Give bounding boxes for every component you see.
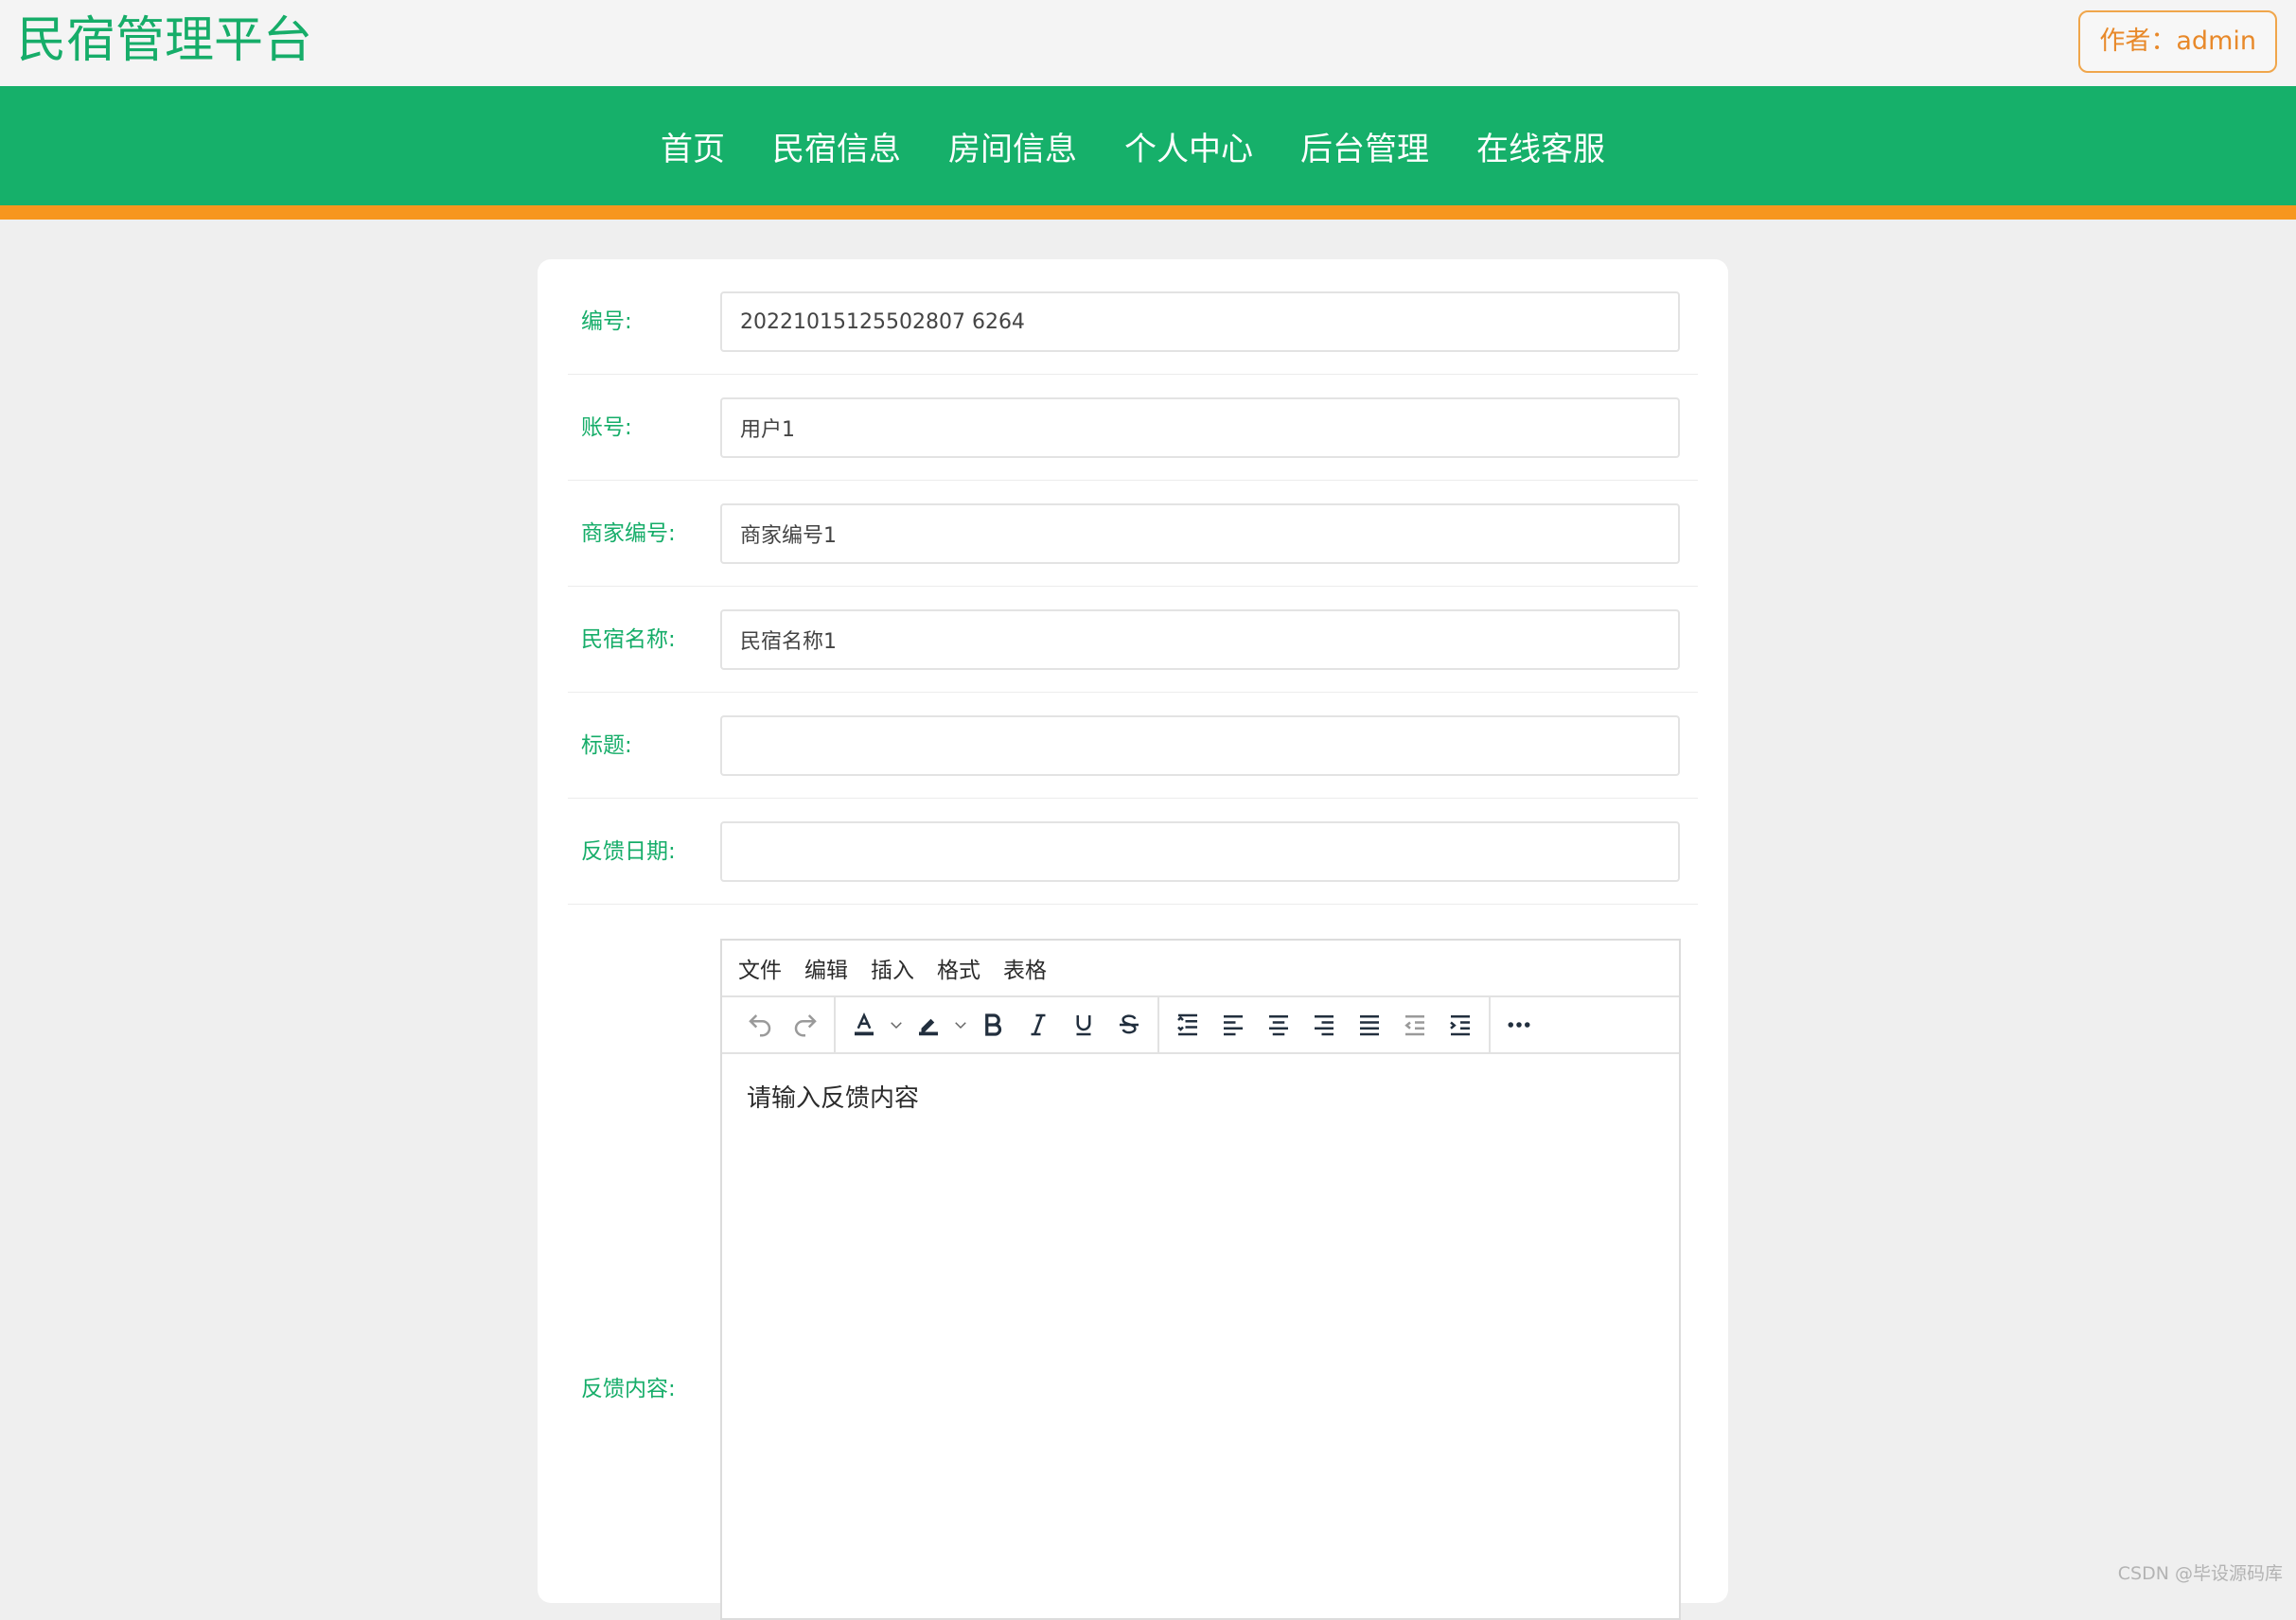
toolbar-group-more xyxy=(1491,996,1547,1053)
form-row-title: 标题: xyxy=(568,693,1698,799)
align-justify-icon xyxy=(1355,1011,1384,1039)
menu-format[interactable]: 格式 xyxy=(937,952,980,984)
field-label-id: 编号: xyxy=(581,269,632,375)
form-row-account: 账号: xyxy=(568,375,1698,481)
menu-table[interactable]: 表格 xyxy=(1003,952,1047,984)
nav-item-homestay-info[interactable]: 民宿信息 xyxy=(772,123,901,169)
form-row-feedback-date: 反馈日期: xyxy=(568,799,1698,905)
toolbar-group-format xyxy=(836,996,1159,1053)
more-button[interactable] xyxy=(1496,1004,1542,1046)
menu-edit[interactable]: 编辑 xyxy=(804,952,848,984)
text-color-split[interactable] xyxy=(841,1004,906,1046)
editor-placeholder: 请输入反馈内容 xyxy=(747,1084,919,1113)
line-height-icon xyxy=(1174,1011,1202,1039)
form-row-homestay-name: 民宿名称: xyxy=(568,587,1698,693)
field-label-title: 标题: xyxy=(581,693,632,799)
form-row-merchant-id: 商家编号: xyxy=(568,481,1698,587)
line-height-button[interactable] xyxy=(1165,1004,1210,1046)
editor-content-area[interactable]: 请输入反馈内容 xyxy=(722,1054,1679,1138)
toolbar-group-align xyxy=(1159,996,1491,1053)
merchant-id-field[interactable] xyxy=(720,503,1680,564)
text-color-icon xyxy=(850,1011,878,1039)
italic-icon xyxy=(1024,1011,1052,1039)
site-logo-title[interactable]: 民宿管理平台 xyxy=(17,9,312,72)
field-label-homestay-name: 民宿名称: xyxy=(581,587,676,693)
rich-text-editor: 文件 编辑 插入 格式 表格 xyxy=(720,939,1681,1620)
align-center-icon xyxy=(1264,1011,1293,1039)
italic-button[interactable] xyxy=(1016,1004,1061,1046)
author-badge[interactable]: 作者：admin xyxy=(2078,10,2277,73)
menu-file[interactable]: 文件 xyxy=(738,952,782,984)
highlight-button[interactable] xyxy=(906,1004,951,1046)
nav-item-admin[interactable]: 后台管理 xyxy=(1300,123,1429,169)
chevron-down-icon[interactable] xyxy=(887,1004,906,1046)
feedback-date-field[interactable] xyxy=(720,821,1680,882)
homestay-name-field[interactable] xyxy=(720,609,1680,670)
field-label-feedback-content: 反馈内容: xyxy=(581,1370,676,1402)
align-left-icon xyxy=(1219,1011,1247,1039)
nav-item-online-service[interactable]: 在线客服 xyxy=(1476,123,1605,169)
text-color-button[interactable] xyxy=(841,1004,887,1046)
align-right-icon xyxy=(1310,1011,1338,1039)
indent-icon xyxy=(1446,1011,1475,1039)
align-justify-button[interactable] xyxy=(1347,1004,1392,1046)
title-field[interactable] xyxy=(720,715,1680,776)
undo-button[interactable] xyxy=(737,1004,783,1046)
outdent-button[interactable] xyxy=(1392,1004,1438,1046)
underline-icon xyxy=(1069,1011,1098,1039)
nav-item-home[interactable]: 首页 xyxy=(661,123,725,169)
align-center-button[interactable] xyxy=(1256,1004,1301,1046)
strikethrough-icon xyxy=(1115,1011,1143,1039)
editor-menubar: 文件 编辑 插入 格式 表格 xyxy=(722,941,1679,997)
bold-icon xyxy=(979,1011,1007,1039)
feedback-form-card: 编号: 账号: 商家编号: 民宿名称: 标题: 反馈日期: 文件 编辑 插入 格… xyxy=(538,259,1728,1603)
highlighter-icon xyxy=(914,1011,943,1039)
outdent-icon xyxy=(1401,1011,1429,1039)
menu-insert[interactable]: 插入 xyxy=(871,952,914,984)
editor-toolbar xyxy=(722,997,1679,1054)
bold-button[interactable] xyxy=(970,1004,1016,1046)
nav-item-personal-center[interactable]: 个人中心 xyxy=(1124,123,1253,169)
nav-accent-strip xyxy=(0,205,2296,220)
undo-icon xyxy=(746,1011,774,1039)
field-label-feedback-date: 反馈日期: xyxy=(581,799,676,905)
main-nav: 首页 民宿信息 房间信息 个人中心 后台管理 在线客服 xyxy=(0,86,2296,205)
highlight-color-split[interactable] xyxy=(906,1004,970,1046)
top-bar: 民宿管理平台 作者：admin xyxy=(0,0,2296,86)
watermark: CSDN @毕设源码库 xyxy=(2118,1559,2283,1585)
account-field[interactable] xyxy=(720,397,1680,458)
redo-button[interactable] xyxy=(783,1004,828,1046)
id-field[interactable] xyxy=(720,291,1680,352)
nav-item-room-info[interactable]: 房间信息 xyxy=(948,123,1077,169)
align-right-button[interactable] xyxy=(1301,1004,1347,1046)
more-dots-icon xyxy=(1505,1011,1533,1039)
field-label-merchant-id: 商家编号: xyxy=(581,481,676,587)
underline-button[interactable] xyxy=(1061,1004,1106,1046)
strikethrough-button[interactable] xyxy=(1106,1004,1152,1046)
align-left-button[interactable] xyxy=(1210,1004,1256,1046)
chevron-down-icon[interactable] xyxy=(951,1004,970,1046)
toolbar-group-history xyxy=(732,996,836,1053)
field-label-account: 账号: xyxy=(581,375,632,481)
indent-button[interactable] xyxy=(1438,1004,1483,1046)
form-row-id: 编号: xyxy=(568,269,1698,375)
redo-icon xyxy=(791,1011,820,1039)
